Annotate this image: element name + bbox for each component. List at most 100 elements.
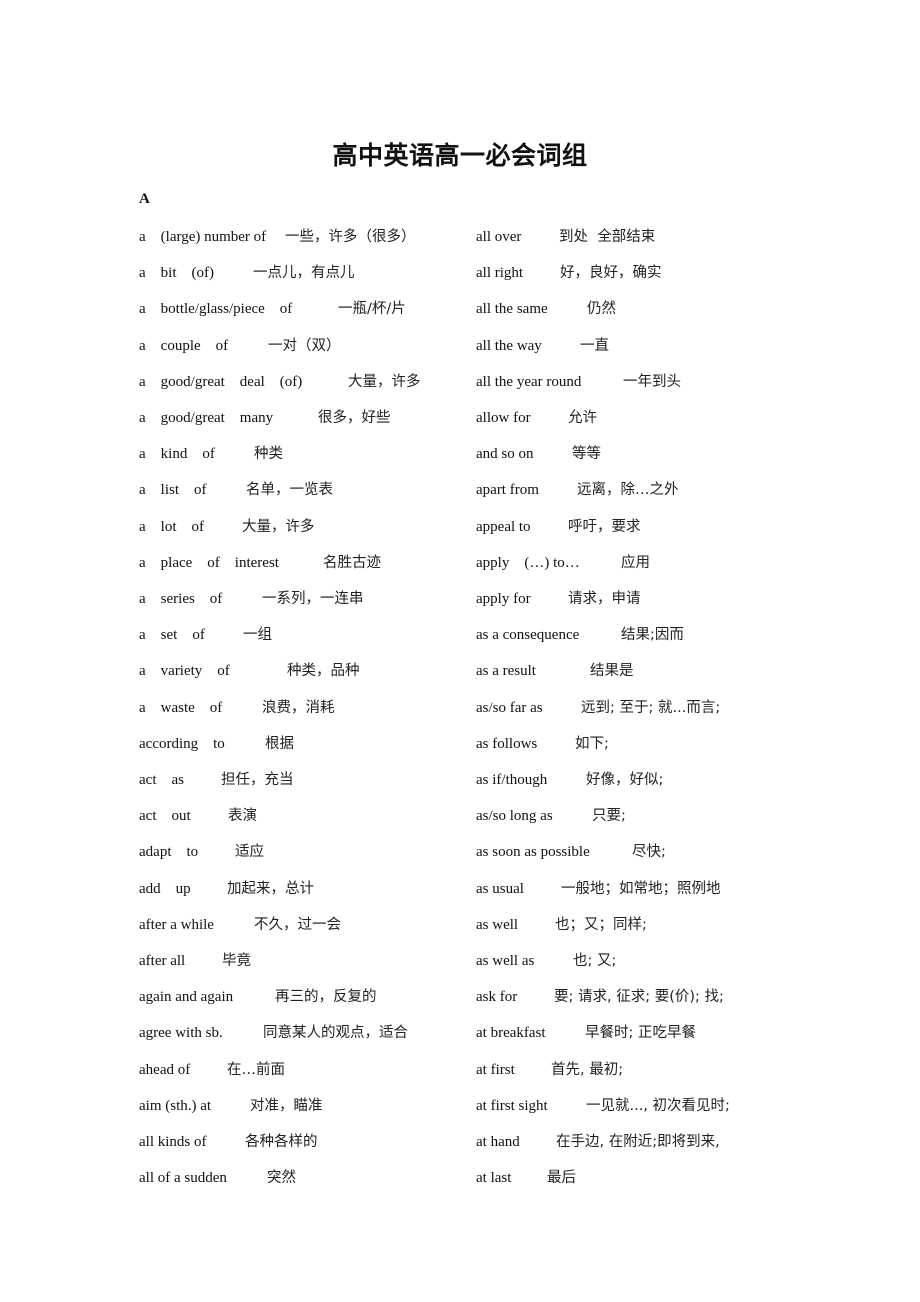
phrase-english: a place of interest <box>139 555 279 571</box>
phrase-entry: all over 到处 全部结束 <box>476 226 806 248</box>
phrase-chinese: 种类，品种 <box>287 663 360 679</box>
phrase-chinese: 再三的，反复的 <box>275 989 377 1005</box>
phrase-chinese: 首先, 最初; <box>551 1062 624 1078</box>
phrase-entry: agree with sb. 同意某人的观点，适合 <box>139 1022 469 1044</box>
phrase-entry: add up 加起来，总计 <box>139 878 469 900</box>
phrase-entry: aim (sth.) at 对准，瞄准 <box>139 1095 469 1117</box>
phrase-entry: as if/though 好像，好似; <box>476 769 806 791</box>
phrase-entry: as soon as possible 尽快; <box>476 841 806 863</box>
phrase-chinese: 名单，一览表 <box>246 482 333 498</box>
phrase-entry: as a consequence 结果;因而 <box>476 624 806 646</box>
phrase-entry: a set of 一组 <box>139 624 469 646</box>
phrase-english: a kind of <box>139 446 215 462</box>
phrase-english: ask for <box>476 989 518 1005</box>
phrase-chinese: 不久，过一会 <box>254 917 341 933</box>
phrase-chinese: 远离，除…之外 <box>577 482 679 498</box>
phrase-chinese: 在…前面 <box>227 1062 285 1078</box>
phrase-chinese: 各种各样的 <box>245 1134 318 1150</box>
phrase-entry: a (large) number of 一些，许多（很多） <box>139 226 469 248</box>
phrase-chinese: 一对（双） <box>268 338 341 354</box>
phrase-entry: as a result 结果是 <box>476 660 806 682</box>
phrase-entry: act as 担任，充当 <box>139 769 469 791</box>
phrase-chinese: 担任，充当 <box>221 772 294 788</box>
phrase-chinese: 加起来，总计 <box>227 881 314 897</box>
phrase-english: at hand <box>476 1134 520 1150</box>
phrase-english: and so on <box>476 446 534 462</box>
phrase-english: again and again <box>139 989 234 1005</box>
phrase-chinese: 种类 <box>254 446 283 462</box>
phrase-english: act as <box>139 772 184 788</box>
phrase-entry: as well as 也; 又; <box>476 950 806 972</box>
phrase-english: all kinds of <box>139 1134 207 1150</box>
phrase-entry: a place of interest 名胜古迹 <box>139 552 469 574</box>
phrase-chinese: 一瓶/杯/片 <box>338 301 406 317</box>
phrase-english: after all <box>139 953 186 969</box>
phrase-english: all over <box>476 229 522 245</box>
phrase-english: a good/great many <box>139 410 274 426</box>
phrase-chinese: 到处 全部结束 <box>559 229 656 245</box>
phrase-chinese: 一直 <box>580 338 609 354</box>
phrase-entry: again and again 再三的，反复的 <box>139 986 469 1008</box>
phrase-english: at last <box>476 1170 512 1186</box>
phrase-chinese: 大量，许多 <box>242 519 315 535</box>
phrase-entry: all of a sudden 突然 <box>139 1167 469 1189</box>
phrase-entry: at hand 在手边, 在附近;即将到来, <box>476 1131 806 1153</box>
phrase-entry: adapt to 适应 <box>139 841 469 863</box>
phrase-english: a list of <box>139 482 207 498</box>
phrase-entry: as follows 如下; <box>476 733 806 755</box>
phrase-entry: as/so far as 远到; 至于; 就...而言; <box>476 697 806 719</box>
phrase-english: as follows <box>476 736 538 752</box>
phrase-entry: at first 首先, 最初; <box>476 1059 806 1081</box>
phrase-entry: a good/great deal (of) 大量，许多 <box>139 371 469 393</box>
phrase-entry: all the way 一直 <box>476 335 806 357</box>
phrase-english: at breakfast <box>476 1025 546 1041</box>
phrase-english: a couple of <box>139 338 229 354</box>
phrase-english: as soon as possible <box>476 844 590 860</box>
phrase-english: as a result <box>476 663 536 679</box>
phrase-chinese: 根据 <box>265 736 294 752</box>
phrase-chinese: 名胜古迹 <box>323 555 381 571</box>
phrase-chinese: 好像，好似; <box>586 772 664 788</box>
phrase-chinese: 只要; <box>592 808 626 824</box>
phrase-english: as if/though <box>476 772 548 788</box>
phrase-chinese: 结果是 <box>590 663 634 679</box>
phrase-english: agree with sb. <box>139 1025 223 1041</box>
phrase-english: as a consequence <box>476 627 580 643</box>
phrase-entry: a bottle/glass/piece of 一瓶/杯/片 <box>139 298 469 320</box>
phrase-chinese: 远到; 至于; 就...而言; <box>581 700 721 716</box>
phrase-chinese: 要; 请求, 征求; 要(价); 找; <box>554 989 724 1005</box>
phrase-chinese: 在手边, 在附近;即将到来, <box>556 1134 720 1150</box>
phrase-chinese: 应用 <box>621 555 650 571</box>
phrase-entry: at last 最后 <box>476 1167 806 1189</box>
phrase-english: apart from <box>476 482 539 498</box>
phrase-chinese: 结果;因而 <box>621 627 684 643</box>
phrase-chinese: 尽快; <box>632 844 666 860</box>
phrase-entry: after a while 不久，过一会 <box>139 914 469 936</box>
phrase-english: act out <box>139 808 191 824</box>
phrase-english: add up <box>139 881 191 897</box>
phrase-english: all the same <box>476 301 548 317</box>
phrase-chinese: 请求，申请 <box>568 591 641 607</box>
phrase-english: as usual <box>476 881 524 897</box>
phrase-chinese: 仍然 <box>587 301 616 317</box>
phrase-chinese: 突然 <box>267 1170 296 1186</box>
phrase-chinese: 浪费，消耗 <box>262 700 335 716</box>
phrase-entry: ahead of 在…前面 <box>139 1059 469 1081</box>
phrase-chinese: 一些，许多（很多） <box>285 229 416 245</box>
phrase-entry: according to 根据 <box>139 733 469 755</box>
phrase-entry: a waste of 浪费，消耗 <box>139 697 469 719</box>
phrase-entry: ask for 要; 请求, 征求; 要(价); 找; <box>476 986 806 1008</box>
phrase-chinese: 一点儿，有点儿 <box>253 265 355 281</box>
phrase-english: allow for <box>476 410 531 426</box>
phrase-english: a good/great deal (of) <box>139 374 303 390</box>
phrase-chinese: 很多，好些 <box>318 410 391 426</box>
phrase-english: a waste of <box>139 700 223 716</box>
phrase-chinese: 对准，瞄准 <box>250 1098 323 1114</box>
phrase-entry: all right 好，良好，确实 <box>476 262 806 284</box>
phrase-entry: as well 也；又；同样; <box>476 914 806 936</box>
phrase-chinese: 如下; <box>575 736 609 752</box>
phrase-english: as/so far as <box>476 700 543 716</box>
phrase-chinese: 一见就..., 初次看见时; <box>586 1098 730 1114</box>
phrase-chinese: 呼吁，要求 <box>568 519 641 535</box>
phrase-chinese: 也; 又; <box>573 953 617 969</box>
